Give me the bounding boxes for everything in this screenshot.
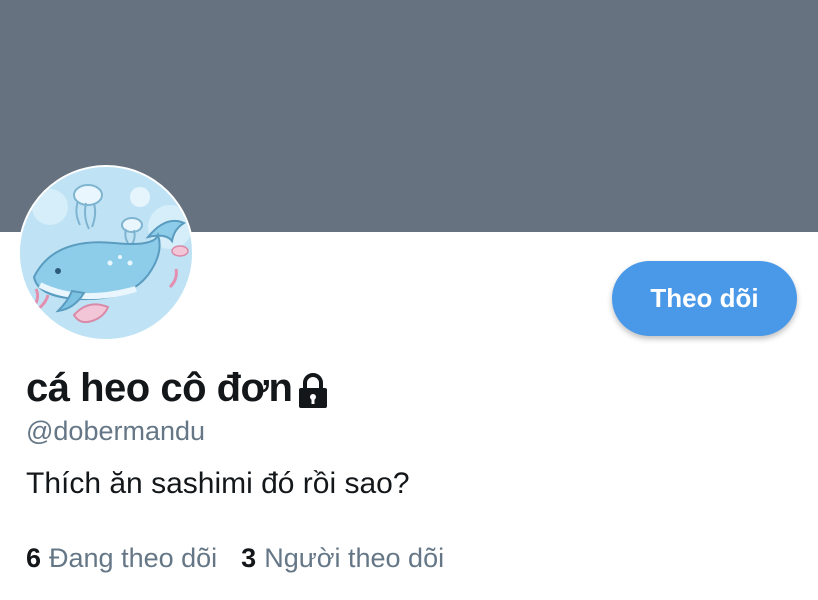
followers-stat[interactable]: 3 Người theo dõi bbox=[241, 543, 444, 574]
follow-button[interactable]: Theo dõi bbox=[612, 261, 797, 336]
profile-avatar[interactable] bbox=[20, 167, 192, 339]
following-label: Đang theo dõi bbox=[49, 542, 218, 573]
profile-stats: 6 Đang theo dõi 3 Người theo dõi bbox=[26, 538, 468, 578]
display-name: cá heo cô đơn bbox=[26, 365, 293, 410]
following-count: 6 bbox=[26, 542, 42, 573]
profile-handle: @dobermandu bbox=[26, 416, 206, 446]
profile-name-row: cá heo cô đơn bbox=[26, 362, 330, 414]
whale-illustration-icon bbox=[20, 167, 192, 339]
followers-count: 3 bbox=[241, 542, 257, 573]
profile-bio: Thích ăn sashimi đó rồi sao? bbox=[26, 467, 410, 500]
lock-icon bbox=[296, 373, 330, 409]
followers-label: Người theo dõi bbox=[264, 542, 445, 573]
following-stat[interactable]: 6 Đang theo dõi bbox=[26, 543, 217, 574]
